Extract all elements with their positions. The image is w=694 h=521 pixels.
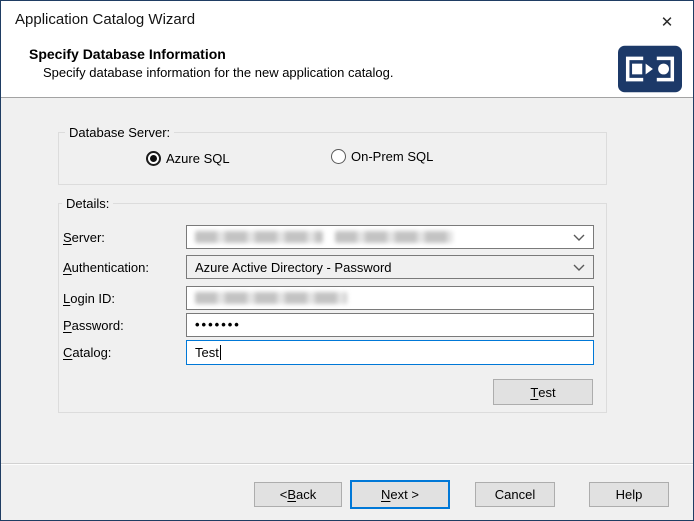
page-subtitle: Specify database information for the new…: [43, 65, 394, 80]
back-button[interactable]: < Back: [254, 482, 342, 507]
authentication-value: Azure Active Directory - Password: [195, 260, 392, 275]
server-label: Server:: [63, 230, 105, 246]
text-caret: [220, 345, 221, 360]
chevron-down-icon: [573, 264, 585, 272]
password-label: Password:: [63, 318, 124, 334]
database-server-group-label: Database Server:: [65, 125, 174, 140]
authentication-dropdown[interactable]: Azure Active Directory - Password: [186, 255, 594, 279]
login-id-label: Login ID:: [63, 291, 115, 307]
help-button[interactable]: Help: [589, 482, 669, 507]
next-button[interactable]: Next >: [350, 480, 450, 509]
details-group-label: Details:: [62, 196, 113, 211]
application-catalog-icon: [618, 45, 682, 93]
login-id-input[interactable]: [186, 286, 594, 310]
password-masked-value: •••••••: [195, 314, 241, 336]
window-title: Application Catalog Wizard: [15, 11, 195, 28]
password-input[interactable]: •••••••: [186, 313, 594, 337]
radio-azure-sql-label[interactable]: Azure SQL: [166, 151, 230, 167]
close-icon[interactable]: ✕: [647, 7, 687, 37]
chevron-down-icon: [573, 234, 585, 242]
application-catalog-wizard-dialog: Application Catalog Wizard ✕ Specify Dat…: [0, 0, 694, 521]
catalog-value: Test: [195, 345, 219, 360]
catalog-label: Catalog:: [63, 345, 111, 361]
radio-onprem-sql[interactable]: [331, 149, 346, 164]
radio-azure-sql[interactable]: [146, 151, 161, 166]
catalog-input[interactable]: Test: [186, 340, 594, 365]
authentication-label: Authentication:: [63, 260, 149, 276]
radio-onprem-sql-label[interactable]: On-Prem SQL: [351, 149, 433, 165]
login-id-redacted-value: [195, 292, 347, 304]
server-combobox[interactable]: [186, 225, 594, 249]
server-redacted-value: [195, 231, 453, 243]
footer-divider: [1, 463, 693, 465]
page-title: Specify Database Information: [29, 46, 226, 62]
cancel-button[interactable]: Cancel: [475, 482, 555, 507]
dialog-header-area: Application Catalog Wizard ✕ Specify Dat…: [1, 1, 693, 98]
test-button[interactable]: Test: [493, 379, 593, 405]
